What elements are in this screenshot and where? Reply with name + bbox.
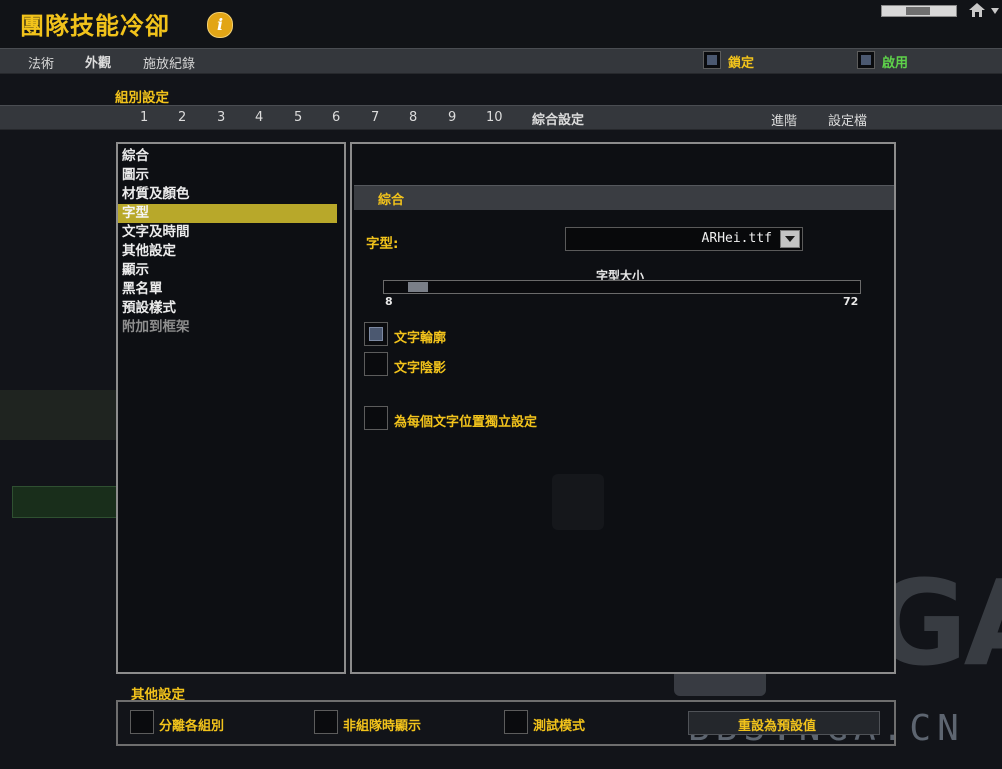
show-ungrouped-label: 非組隊時顯示 — [343, 719, 422, 734]
panel-header-bar — [354, 185, 894, 210]
group-tab-advanced[interactable]: 進階 — [771, 110, 797, 129]
settings-panel: 綜合 字型: ARHei.ttf 字型大小 8 72 文字輪廓 文字陰影 為每個… — [350, 142, 896, 674]
tab-appearance[interactable]: 外觀 — [85, 52, 111, 71]
split-groups-label: 分離各組別 — [159, 719, 225, 734]
font-size-slider-thumb[interactable] — [408, 282, 429, 292]
nav-item-texture-color[interactable]: 材質及顏色 — [118, 185, 344, 204]
window-scrollbar[interactable] — [881, 5, 957, 17]
reset-defaults-button[interactable]: 重設為預設值 — [688, 711, 880, 735]
enable-label: 啟用 — [882, 56, 909, 71]
shadow-checkbox[interactable] — [364, 352, 388, 376]
group-tab-5[interactable]: 5 — [294, 110, 302, 125]
tab-spells[interactable]: 法術 — [28, 53, 54, 72]
nav-item-general[interactable]: 綜合 — [118, 147, 344, 166]
split-groups-checkbox[interactable] — [130, 710, 154, 734]
nav-item-text-time[interactable]: 文字及時間 — [118, 223, 344, 242]
outline-checkbox[interactable] — [364, 322, 388, 346]
group-settings-heading: 組別設定 — [115, 90, 169, 106]
category-list: 綜合 圖示 材質及顏色 字型 文字及時間 其他設定 顯示 黑名單 預設樣式 附加… — [116, 142, 346, 674]
nav-item-misc[interactable]: 其他設定 — [118, 242, 344, 261]
per-text-checkbox[interactable] — [364, 406, 388, 430]
font-label: 字型: — [366, 236, 399, 252]
font-size-slider[interactable] — [383, 280, 861, 294]
scroll-down-icon[interactable] — [990, 4, 1000, 18]
group-tab-8[interactable]: 8 — [409, 110, 417, 125]
group-tab-general[interactable]: 綜合設定 — [532, 109, 584, 128]
nav-item-font[interactable]: 字型 — [118, 204, 337, 223]
show-ungrouped-checkbox[interactable] — [314, 710, 338, 734]
enable-checkbox-fill — [861, 55, 871, 65]
title-bar: 團隊技能冷卻 i — [0, 0, 1002, 48]
window-title: 團隊技能冷卻 — [20, 12, 170, 40]
test-mode-checkbox[interactable] — [504, 710, 528, 734]
outline-label: 文字輪廓 — [394, 331, 447, 346]
info-icon[interactable]: i — [207, 12, 233, 38]
per-text-label: 為每個文字位置獨立設定 — [394, 415, 538, 430]
boss-portrait-icon — [552, 474, 604, 530]
tab-cast-log[interactable]: 施放紀錄 — [143, 53, 195, 72]
scrollbar-thumb[interactable] — [906, 7, 930, 15]
panel-section-title: 綜合 — [378, 193, 405, 208]
test-mode-label: 測試模式 — [533, 719, 586, 734]
nav-item-blacklist[interactable]: 黑名單 — [118, 280, 344, 299]
group-tab-7[interactable]: 7 — [371, 110, 379, 125]
nav-item-display[interactable]: 顯示 — [118, 261, 344, 280]
reset-defaults-label: 重設為預設值 — [738, 719, 817, 734]
group-tab-9[interactable]: 9 — [448, 110, 456, 125]
group-tab-10[interactable]: 10 — [486, 110, 503, 125]
category-nav: 綜合 圖示 材質及顏色 字型 文字及時間 其他設定 顯示 黑名單 預設樣式 附加… — [118, 144, 344, 337]
lock-checkbox-fill — [707, 55, 717, 65]
chevron-down-icon[interactable] — [780, 230, 800, 248]
group-tab-profile[interactable]: 設定檔 — [828, 110, 867, 129]
group-tab-4[interactable]: 4 — [255, 110, 263, 125]
shadow-label: 文字陰影 — [394, 361, 447, 376]
font-size-min: 8 — [385, 295, 393, 308]
lock-label: 鎖定 — [728, 56, 755, 71]
group-tab-6[interactable]: 6 — [332, 110, 340, 125]
font-size-max: 72 — [843, 295, 859, 308]
nav-item-icon[interactable]: 圖示 — [118, 166, 344, 185]
group-tab-3[interactable]: 3 — [217, 110, 225, 125]
group-tab-1[interactable]: 1 — [140, 110, 148, 125]
font-dropdown-value: ARHei.ttf — [701, 231, 772, 246]
nav-item-attach-frame[interactable]: 附加到框架 — [118, 318, 344, 337]
group-tab-2[interactable]: 2 — [178, 110, 186, 125]
font-dropdown[interactable]: ARHei.ttf — [565, 227, 803, 251]
nav-item-preset[interactable]: 預設樣式 — [118, 299, 344, 318]
home-icon[interactable] — [968, 2, 986, 18]
